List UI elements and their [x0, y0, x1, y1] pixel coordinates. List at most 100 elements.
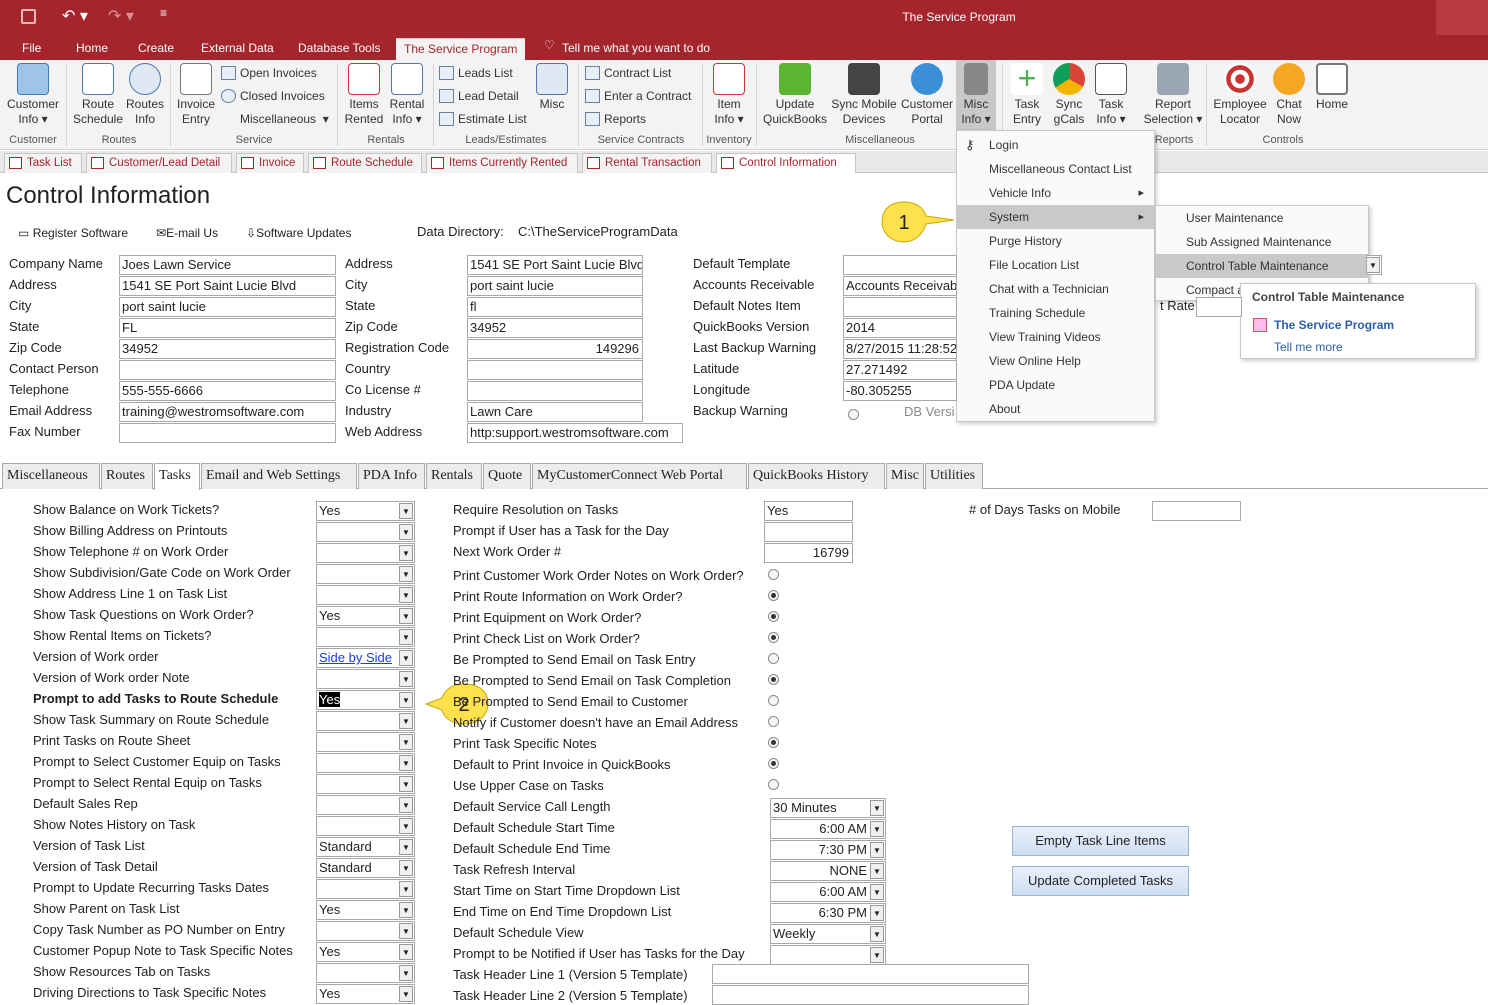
- doc-tab-control-information[interactable]: Control Information: [716, 153, 856, 173]
- chevron-down-icon[interactable]: ▼: [399, 965, 413, 981]
- task-setting-select[interactable]: 6:30 PM ▼: [770, 903, 886, 923]
- misc-menu-item[interactable]: View Online Help: [957, 349, 1154, 373]
- registration-field-input[interactable]: [467, 360, 643, 380]
- system-submenu-item[interactable]: Control Table Maintenance: [1156, 254, 1368, 278]
- estimate-list-button[interactable]: Estimate List: [438, 109, 527, 129]
- default-field-input[interactable]: 2014: [843, 318, 957, 338]
- system-submenu-item[interactable]: User Maintenance: [1156, 206, 1368, 230]
- registration-field-input[interactable]: 149296: [467, 339, 643, 359]
- company-field-input[interactable]: Joes Lawn Service: [119, 255, 336, 275]
- chevron-down-icon[interactable]: ▼: [870, 821, 884, 837]
- task-setting-select[interactable]: ▼: [316, 669, 415, 689]
- chevron-down-icon[interactable]: ▼: [1367, 257, 1380, 273]
- empty-task-line-items-button[interactable]: Empty Task Line Items: [1012, 826, 1189, 856]
- company-field-input[interactable]: 34952: [119, 339, 336, 359]
- tab-quote[interactable]: Quote: [483, 463, 531, 489]
- task-option-radio[interactable]: [768, 674, 779, 685]
- task-setting-select[interactable]: ▼: [316, 627, 415, 647]
- task-setting-select[interactable]: [764, 522, 853, 542]
- open-invoices-button[interactable]: Open Invoices: [220, 63, 317, 83]
- task-setting-select[interactable]: ▼: [770, 945, 886, 965]
- tab-rentals[interactable]: Rentals: [426, 463, 482, 489]
- home-button[interactable]: Home: [1310, 60, 1354, 112]
- task-option-radio[interactable]: [768, 758, 779, 769]
- registration-field-input[interactable]: [467, 381, 643, 401]
- misc-menu-item[interactable]: Login ⚷: [957, 133, 1154, 157]
- company-field-input[interactable]: [119, 423, 336, 443]
- task-setting-select[interactable]: ▼: [316, 816, 415, 836]
- email-us-link[interactable]: ✉E-mail Us: [156, 226, 218, 240]
- routes-info-button[interactable]: Routes Info: [126, 60, 164, 127]
- task-option-radio[interactable]: [768, 695, 779, 706]
- tab-file[interactable]: File: [14, 38, 49, 60]
- items-rented-button[interactable]: Items Rented: [340, 60, 388, 127]
- tell-me-search[interactable]: Tell me what you want to do: [554, 38, 718, 60]
- task-setting-select[interactable]: Standard ▼: [316, 858, 415, 878]
- chevron-down-icon[interactable]: ▼: [399, 503, 413, 519]
- task-setting-select[interactable]: Yes ▼: [316, 942, 415, 962]
- company-field-input[interactable]: [119, 360, 336, 380]
- misc-menu-item[interactable]: Miscellaneous Contact List: [957, 157, 1154, 181]
- misc-menu-item[interactable]: View Training Videos: [957, 325, 1154, 349]
- task-option-radio[interactable]: [768, 779, 779, 790]
- company-field-input[interactable]: port saint lucie: [119, 297, 336, 317]
- closed-invoices-button[interactable]: Closed Invoices: [220, 86, 325, 106]
- tab-external-data[interactable]: External Data: [193, 38, 282, 60]
- company-field-input[interactable]: FL: [119, 318, 336, 338]
- task-option-radio[interactable]: [768, 611, 779, 622]
- tab-routes[interactable]: Routes: [101, 463, 153, 489]
- tab-quickbooks-history[interactable]: QuickBooks History: [748, 463, 885, 489]
- update-completed-tasks-button[interactable]: Update Completed Tasks: [1012, 866, 1189, 896]
- misc-menu-item[interactable]: System ▸: [957, 205, 1154, 229]
- task-setting-select[interactable]: Yes ▼: [316, 606, 415, 626]
- reports-button[interactable]: Reports: [584, 109, 646, 129]
- misc-menu-item[interactable]: About: [957, 397, 1154, 421]
- registration-field-input[interactable]: Lawn Care: [467, 402, 643, 422]
- task-option-radio[interactable]: [768, 653, 779, 664]
- chevron-down-icon[interactable]: ▼: [399, 629, 413, 645]
- task-setting-select[interactable]: 30 Minutes ▼: [770, 798, 886, 818]
- task-setting-select[interactable]: ▼: [316, 753, 415, 773]
- tab-home[interactable]: Home: [68, 38, 116, 60]
- tell-me-more-link[interactable]: Tell me more: [1274, 340, 1343, 354]
- misc-menu-item[interactable]: PDA Update: [957, 373, 1154, 397]
- task-setting-select[interactable]: Yes: [764, 501, 853, 521]
- misc-button[interactable]: Misc: [532, 60, 572, 112]
- doc-tab-task-list[interactable]: Task List: [4, 153, 82, 173]
- leads-list-button[interactable]: Leads List: [438, 63, 513, 83]
- route-schedule-button[interactable]: Route Schedule: [70, 60, 126, 127]
- default-field-input[interactable]: -80.305255: [843, 381, 957, 401]
- chevron-down-icon[interactable]: ▼: [399, 671, 413, 687]
- task-option-radio[interactable]: [768, 590, 779, 601]
- task-setting-select[interactable]: Yes ▼: [316, 984, 415, 1004]
- default-field-input[interactable]: [843, 297, 957, 317]
- item-info-button[interactable]: Item Info ▾: [706, 60, 752, 127]
- misc-menu-item[interactable]: Chat with a Technician: [957, 277, 1154, 301]
- tab-miscellaneous[interactable]: Miscellaneous: [2, 463, 100, 489]
- doc-tab-route-schedule[interactable]: Route Schedule: [308, 153, 422, 173]
- chevron-down-icon[interactable]: ▼: [870, 884, 884, 900]
- tab-email-and-web-settings[interactable]: Email and Web Settings: [201, 463, 357, 489]
- registration-field-input[interactable]: http:support.westromsoftware.com: [467, 423, 683, 443]
- chevron-down-icon[interactable]: ▼: [870, 926, 884, 942]
- task-setting-select[interactable]: 6:00 AM ▼: [770, 819, 886, 839]
- tab-tasks[interactable]: Tasks: [154, 463, 200, 490]
- backup-warning-radio[interactable]: [848, 409, 859, 420]
- tab-utilities[interactable]: Utilities: [925, 463, 983, 489]
- sync-gcals-button[interactable]: Sync gCals: [1048, 60, 1090, 127]
- chevron-down-icon[interactable]: ▼: [399, 881, 413, 897]
- contract-list-button[interactable]: Contract List: [584, 63, 671, 83]
- chevron-down-icon[interactable]: ▼: [399, 839, 413, 855]
- task-setting-select[interactable]: ▼: [316, 963, 415, 983]
- chevron-down-icon[interactable]: ▼: [399, 860, 413, 876]
- tab-mycustomerconnect-web-portal[interactable]: MyCustomerConnect Web Portal: [532, 463, 747, 489]
- doc-tab-items-rented[interactable]: Items Currently Rented: [426, 153, 578, 173]
- tab-database-tools[interactable]: Database Tools: [290, 38, 389, 60]
- registration-field-input[interactable]: fl: [467, 297, 643, 317]
- task-option-radio[interactable]: [768, 632, 779, 643]
- tab-misc[interactable]: Misc: [886, 463, 924, 489]
- task-setting-select[interactable]: ▼: [316, 564, 415, 584]
- chevron-down-icon[interactable]: ▼: [870, 863, 884, 879]
- task-setting-select[interactable]: ▼: [316, 774, 415, 794]
- chevron-down-icon[interactable]: ▼: [399, 818, 413, 834]
